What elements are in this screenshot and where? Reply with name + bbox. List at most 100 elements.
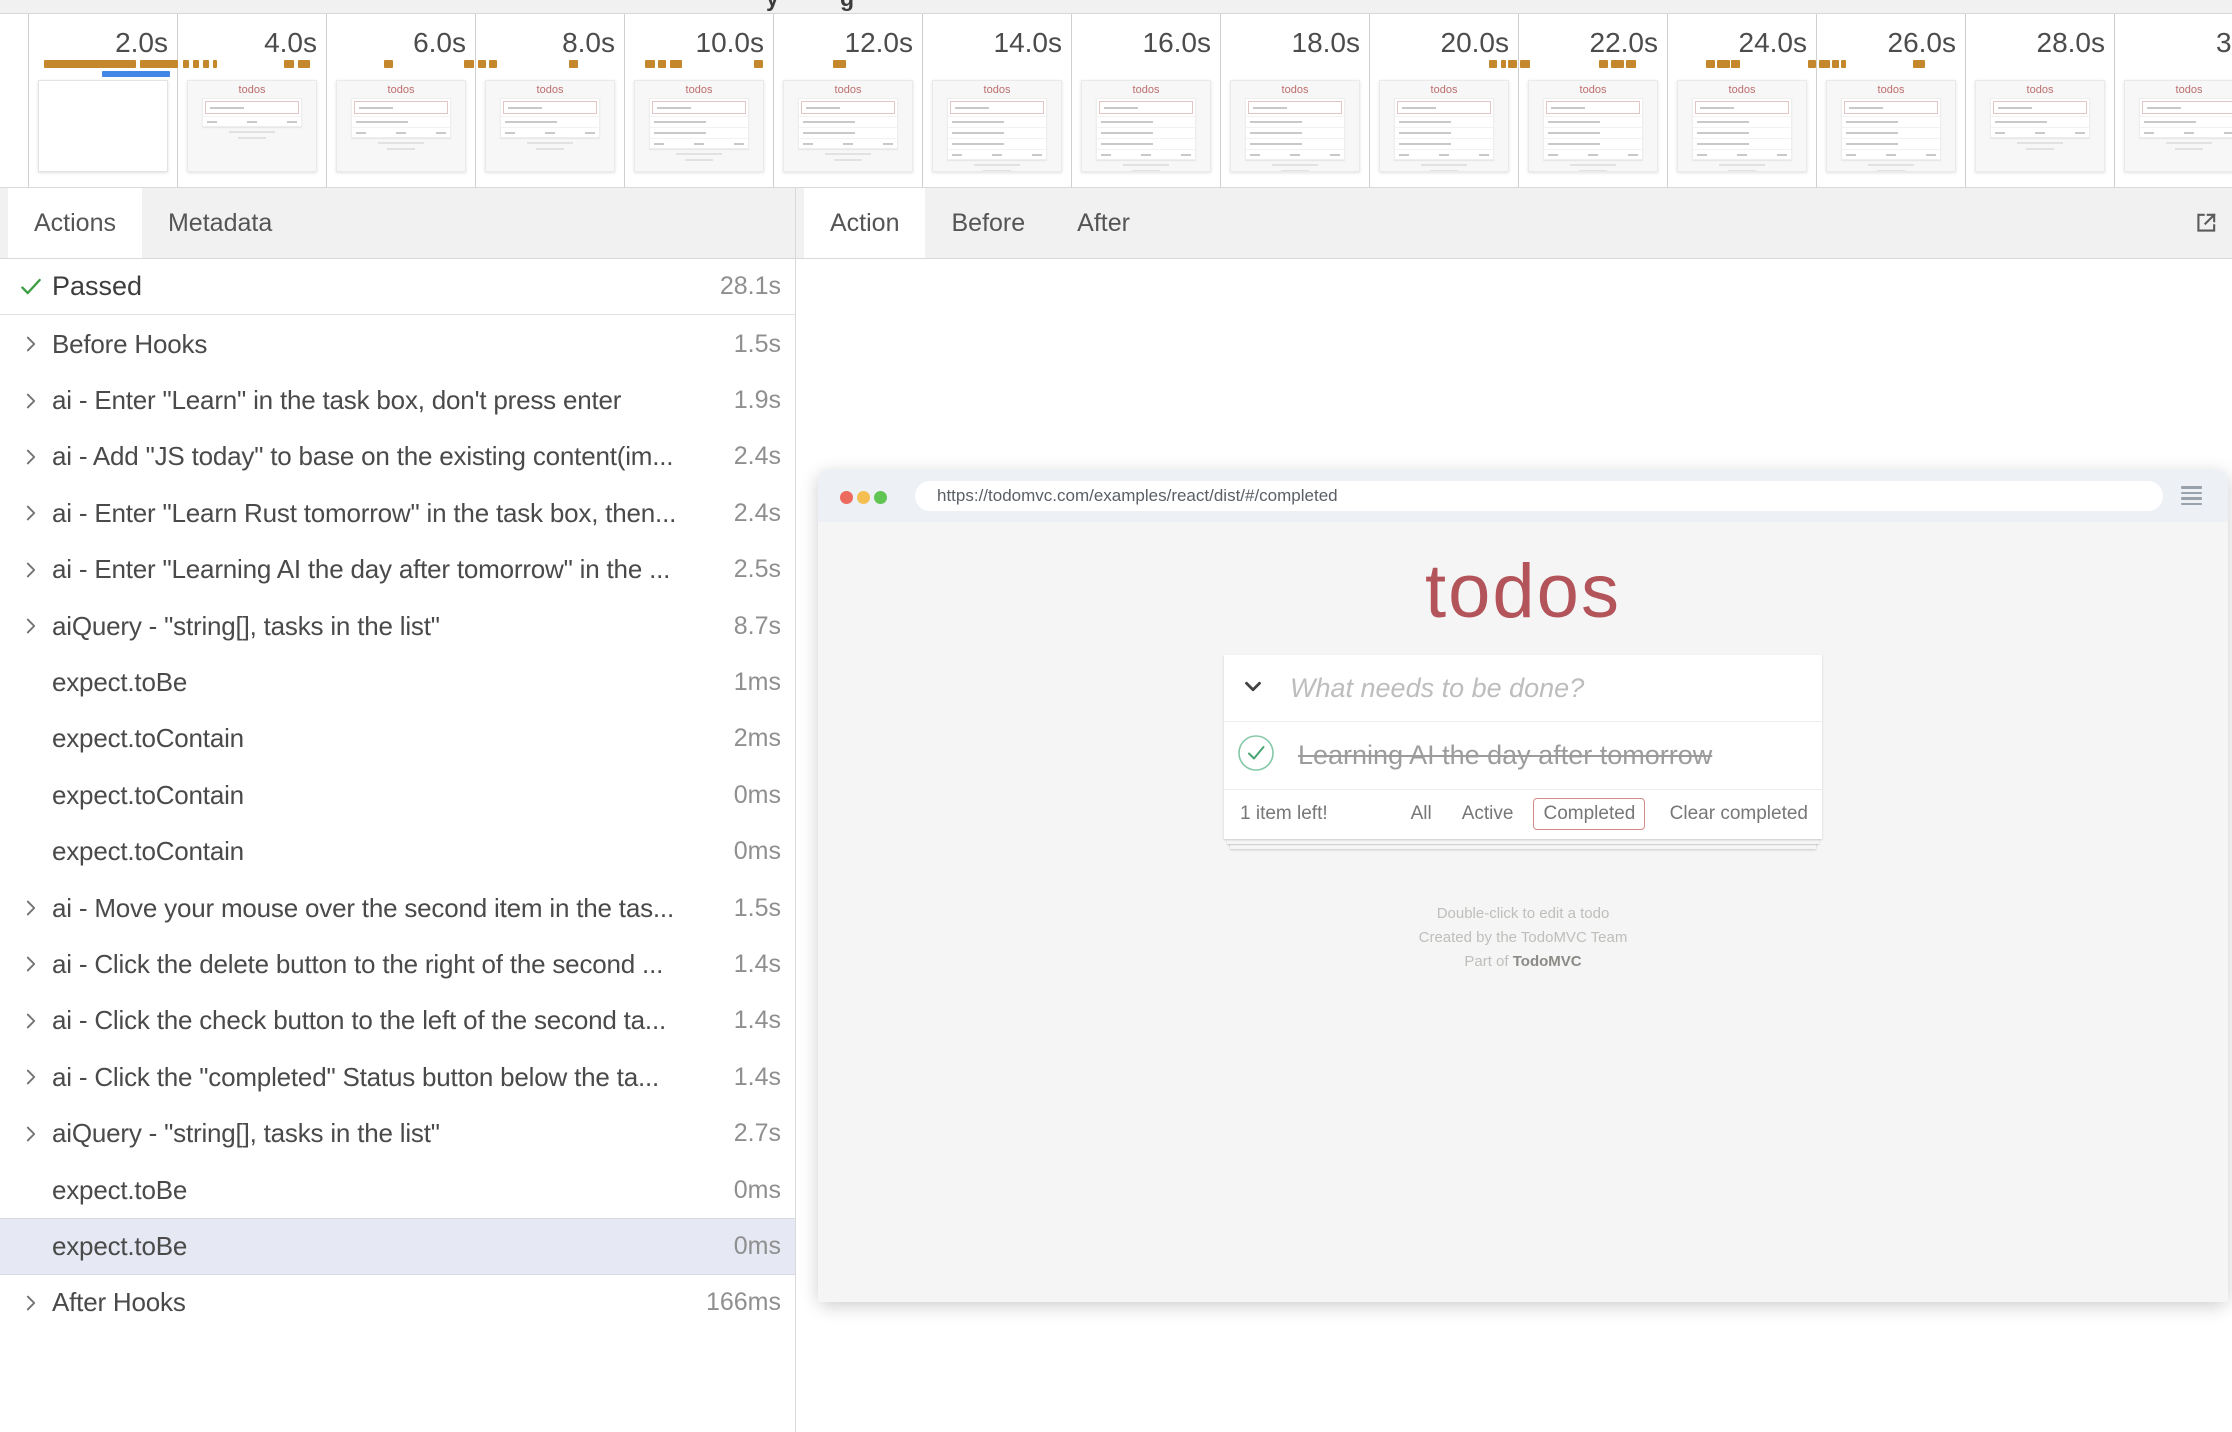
action-row[interactable]: ai - Click the delete button to the righ… [0, 936, 795, 992]
filmstrip-thumbnail[interactable]: todos [1379, 80, 1509, 172]
filmstrip-thumbnail[interactable]: todos [783, 80, 913, 172]
thumbnail-footer [799, 138, 897, 148]
thumbnail-todo-line [948, 127, 1046, 138]
thumbnail-app-card [1394, 98, 1494, 160]
thumbnail-todo-line [1842, 127, 1940, 138]
test-status-row[interactable]: Passed 28.1s [0, 259, 795, 315]
timeline-time-label: 4.0s [264, 27, 317, 59]
thumbnail-todo-line [1395, 127, 1493, 138]
tab-after[interactable]: After [1051, 188, 1156, 258]
toggle-all-chevron-icon[interactable] [1240, 673, 1266, 704]
activity-tick [1706, 60, 1715, 68]
action-row[interactable]: ai - Enter "Learn Rust tomorrow" in the … [0, 485, 795, 541]
filmstrip-thumbnail[interactable]: todos [634, 80, 764, 172]
thumbnail-caption-line [1570, 164, 1616, 166]
filmstrip-thumbnail[interactable]: todos [1677, 80, 1807, 172]
menu-icon [2181, 486, 2202, 508]
thumbnail-footer [1693, 149, 1791, 159]
todo-input-row[interactable]: What needs to be done? [1224, 655, 1822, 722]
action-row[interactable]: expect.toBe1ms [0, 654, 795, 710]
filmstrip-thumbnail[interactable]: todos [1230, 80, 1360, 172]
filmstrip-thumbnail[interactable]: todos [932, 80, 1062, 172]
filmstrip-thumbnail[interactable]: todos [187, 80, 317, 172]
tab-actions[interactable]: Actions [8, 188, 142, 258]
filmstrip-thumbnail[interactable]: todos [1528, 80, 1658, 172]
action-duration: 2ms [734, 724, 781, 753]
action-row[interactable]: ai - Move your mouse over the second ite… [0, 880, 795, 936]
info-line: Part of TodoMVC [818, 950, 2228, 974]
action-row[interactable]: ai - Add "JS today" to base on the exist… [0, 429, 795, 485]
thumbnail-footer [352, 127, 450, 137]
thumbnail-caption-line [1728, 170, 1756, 172]
thumbnail-caption-line [1579, 170, 1607, 172]
activity-tick [1819, 60, 1830, 68]
thumbnail-caption-line [825, 153, 871, 155]
action-row[interactable]: aiQuery - "string[], tasks in the list"8… [0, 598, 795, 654]
thumbnail-app-card [202, 98, 302, 127]
tab-action[interactable]: Action [804, 188, 925, 258]
filmstrip-thumbnail[interactable] [38, 80, 168, 172]
timeline[interactable]: 2.0s4.0s6.0s8.0s10.0s12.0s14.0s16.0s18.0… [0, 14, 2232, 188]
filmstrip-thumbnail[interactable]: todos [1975, 80, 2105, 172]
activity-tick [1489, 60, 1497, 68]
timeline-gridline [1369, 14, 1370, 187]
action-duration: 0ms [734, 1232, 781, 1261]
action-row[interactable]: ai - Click the "completed" Status button… [0, 1049, 795, 1105]
filmstrip-thumbnail[interactable]: todos [336, 80, 466, 172]
thumbnail-todo-line [1693, 116, 1791, 127]
tab-before[interactable]: Before [925, 188, 1051, 258]
action-row[interactable]: expect.toContain0ms [0, 767, 795, 823]
clear-completed-button[interactable]: Clear completed [1670, 803, 1808, 825]
timeline-gridline [1965, 14, 1966, 187]
filmstrip-thumbnail[interactable]: todos [2124, 80, 2232, 172]
thumbnail-footer [1097, 149, 1195, 159]
action-row[interactable]: expect.toBe0ms [0, 1162, 795, 1218]
action-row[interactable]: ai - Click the check button to the left … [0, 993, 795, 1049]
thumbnail-todo-line [2140, 116, 2232, 127]
action-row[interactable]: ai - Enter "Learn" in the task box, don'… [0, 372, 795, 428]
info-line: Created by the TodoMVC Team [818, 926, 2228, 950]
action-row[interactable]: expect.toBe0ms [0, 1218, 795, 1274]
activity-tick [1599, 60, 1608, 68]
thumbnail-todo-line [1246, 127, 1344, 138]
timeline-gridline [1071, 14, 1072, 187]
action-duration: 1.9s [734, 386, 781, 415]
open-external-icon[interactable] [2192, 209, 2220, 242]
thumbnail-caption-line [1719, 164, 1765, 166]
filter-active[interactable]: Active [1452, 798, 1524, 830]
tab-metadata[interactable]: Metadata [142, 188, 298, 258]
action-row[interactable]: expect.toContain0ms [0, 824, 795, 880]
action-duration: 0ms [734, 837, 781, 866]
thumbnail-todos-title: todos [2125, 84, 2232, 97]
timeline-time-label: 6.0s [413, 27, 466, 59]
action-row[interactable]: expect.toContain2ms [0, 711, 795, 767]
filter-completed[interactable]: Completed [1533, 798, 1645, 830]
activity-tick [569, 60, 578, 68]
thumbnail-footer [1991, 127, 2089, 137]
action-label: ai - Click the "completed" Status button… [52, 1062, 659, 1093]
thumbnail-todo-line [948, 116, 1046, 127]
timeline-selection-bar[interactable] [102, 71, 170, 77]
action-row[interactable]: Before Hooks1.5s [0, 316, 795, 372]
traffic-light-zoom-icon [874, 491, 887, 504]
thumbnail-footer [501, 127, 599, 137]
filter-all[interactable]: All [1401, 798, 1442, 830]
action-row[interactable]: ai - Enter "Learning AI the day after to… [0, 542, 795, 598]
thumbnail-todos-title: todos [933, 84, 1061, 97]
filmstrip-thumbnail[interactable]: todos [1081, 80, 1211, 172]
action-row[interactable]: aiQuery - "string[], tasks in the list"2… [0, 1105, 795, 1161]
activity-tick [140, 60, 178, 68]
snapshot-panel: ActionBeforeAfter https://todomvc.com/ex… [796, 188, 2232, 1432]
right-tab-bar: ActionBeforeAfter [796, 188, 2232, 259]
filmstrip-thumbnail[interactable]: todos [485, 80, 615, 172]
filmstrip-thumbnail[interactable]: todos [1826, 80, 1956, 172]
action-duration: 1.4s [734, 1063, 781, 1092]
thumbnail-input [1546, 101, 1640, 114]
action-duration: 0ms [734, 781, 781, 810]
action-duration: 2.7s [734, 1119, 781, 1148]
todo-complete-checkbox-icon[interactable] [1236, 733, 1276, 778]
action-row[interactable]: After Hooks166ms [0, 1275, 795, 1331]
activity-tick [658, 60, 666, 68]
action-duration: 2.4s [734, 442, 781, 471]
thumbnail-input [1099, 101, 1193, 114]
